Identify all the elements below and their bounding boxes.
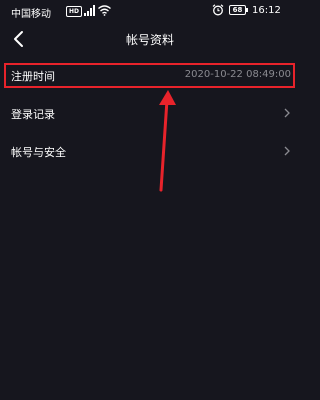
battery-indicator: 68 [229,5,248,15]
status-bar: 中国移动 HD 68 16:12 [0,0,300,22]
nav-bar: 帐号资料 [0,22,300,56]
account-security-label: 帐号与安全 [11,146,66,159]
status-time: 16:12 [252,5,281,16]
annotation-arrow-icon [159,90,176,192]
wifi-icon [98,5,111,16]
login-records-label: 登录记录 [11,108,55,121]
hd-badge: HD [66,6,83,17]
alarm-icon [212,4,224,16]
page-title: 帐号资料 [125,33,174,47]
highlight-box [4,63,295,88]
signal-icon [84,5,95,16]
chevron-right-icon [284,108,290,118]
chevron-right-icon [284,146,290,156]
carrier-label: 中国移动 [11,9,51,20]
